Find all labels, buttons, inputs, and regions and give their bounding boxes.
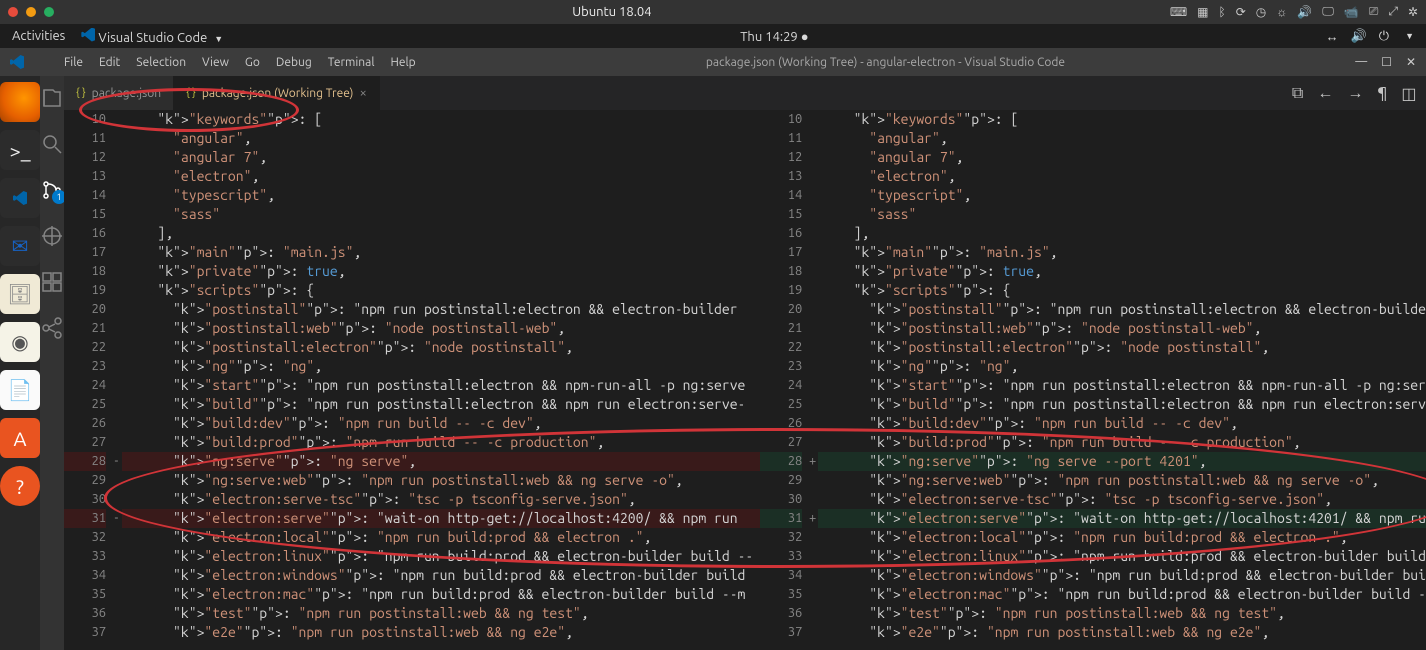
tab-label: package.json — [92, 87, 161, 100]
expand-icon[interactable]: ⤢ — [1388, 5, 1398, 19]
ubuntu-dock: >_ ✉ 🗄 ◉ 📄 A ? — [0, 76, 40, 650]
dock-firefox[interactable] — [0, 82, 40, 122]
open-changes-icon[interactable]: ⧉ — [1292, 84, 1303, 103]
grid-icon[interactable]: ▦ — [1197, 5, 1208, 19]
menu-help[interactable]: Help — [390, 56, 415, 69]
menu-bar: File Edit Selection View Go Debug Termin… — [64, 56, 416, 69]
debug-icon[interactable] — [40, 224, 64, 248]
close-icon[interactable]: ✕ — [1406, 55, 1416, 69]
clock-icon[interactable]: ◷ — [1256, 5, 1266, 19]
gnome-status-icons: ⌨ ▦ ᛒ ⟳ ◷ ☼ 🔊 🖵 📹 ⎚ ⤢ ✲ — [1170, 5, 1418, 19]
activity-bar: 1 — [40, 76, 64, 650]
window-title: Ubuntu 18.04 — [54, 5, 1170, 19]
dock-terminal[interactable]: >_ — [0, 130, 40, 170]
tab-label: package.json (Working Tree) — [202, 87, 354, 100]
diff-left-pane[interactable]: 10111213141516171819202122232425262728-2… — [64, 110, 760, 650]
update-icon[interactable]: ⟳ — [1236, 5, 1246, 19]
line-numbers-right: 10111213141516171819202122232425262728+2… — [760, 110, 818, 650]
next-change-icon[interactable]: → — [1347, 84, 1363, 103]
maximize-window-button[interactable] — [44, 7, 54, 17]
menu-edit[interactable]: Edit — [99, 56, 120, 69]
diff-right-pane[interactable]: 10111213141516171819202122232425262728+2… — [760, 110, 1426, 650]
editor-actions: ⧉ ← → ¶ ◫ ⋯ — [1292, 76, 1426, 110]
panel-clock[interactable]: Thu 14:29 ● — [223, 29, 1325, 44]
menu-selection[interactable]: Selection — [136, 56, 186, 69]
dock-rhythmbox[interactable]: ◉ — [0, 322, 40, 362]
dock-vscode[interactable] — [0, 178, 40, 218]
titlebar-window-controls: — ☐ ✕ — [1355, 55, 1416, 69]
monitor-icon[interactable]: 🖵 — [1322, 5, 1334, 19]
brightness-icon[interactable]: ☼ — [1276, 5, 1287, 19]
dock-files[interactable]: 🗄 — [0, 274, 40, 314]
menu-terminal[interactable]: Terminal — [328, 56, 375, 69]
activities-button[interactable]: Activities — [12, 29, 65, 43]
display-icon[interactable]: ⎚ — [1369, 5, 1379, 19]
chevron-down-icon: ▼ — [214, 34, 223, 44]
chevron-down-icon: ▼ — [1405, 31, 1414, 41]
json-file-icon: { } — [76, 87, 86, 99]
minimize-icon[interactable]: — — [1355, 55, 1367, 69]
maximize-icon[interactable]: ☐ — [1381, 55, 1392, 69]
notification-dot-icon: ● — [801, 30, 809, 44]
vscode-logo-icon — [81, 28, 95, 42]
line-numbers-left: 10111213141516171819202122232425262728-2… — [64, 110, 122, 650]
prev-change-icon[interactable]: ← — [1317, 84, 1333, 103]
tab-package-json-working-tree[interactable]: { } package.json (Working Tree) × — [174, 76, 380, 110]
ubuntu-top-panel: Activities Visual Studio Code ▼ Thu 14:2… — [0, 24, 1426, 48]
volume-icon[interactable]: 🔊 — [1351, 29, 1367, 44]
search-icon[interactable] — [40, 132, 64, 156]
split-editor-icon[interactable]: ◫ — [1401, 84, 1416, 103]
system-status-area[interactable]: ↔ 🔊 ⏻ ▼ — [1326, 29, 1414, 44]
editor-area: { } package.json { } package.json (Worki… — [64, 76, 1426, 650]
menu-debug[interactable]: Debug — [276, 56, 312, 69]
network-icon[interactable]: ↔ — [1326, 29, 1339, 44]
bluetooth-icon[interactable]: ᛒ — [1218, 6, 1225, 19]
extensions-icon[interactable] — [40, 270, 64, 294]
close-window-button[interactable] — [8, 7, 18, 17]
live-share-icon[interactable] — [40, 316, 64, 340]
power-icon[interactable]: ⏻ — [1379, 29, 1389, 44]
source-control-icon[interactable]: 1 — [40, 178, 64, 202]
menu-file[interactable]: File — [64, 56, 83, 69]
window-titlebar: Ubuntu 18.04 ⌨ ▦ ᛒ ⟳ ◷ ☼ 🔊 🖵 📹 ⎚ ⤢ ✲ — [0, 0, 1426, 24]
window-controls — [8, 7, 54, 17]
dock-help[interactable]: ? — [0, 466, 40, 506]
app-menu[interactable]: Visual Studio Code ▼ — [81, 28, 223, 45]
vscode-logo-icon — [10, 55, 24, 69]
dock-software[interactable]: A — [0, 418, 40, 458]
dock-thunderbird[interactable]: ✉ — [0, 226, 40, 266]
keyboard-icon[interactable]: ⌨ — [1170, 5, 1187, 19]
window-title-text: package.json (Working Tree) - angular-el… — [416, 56, 1356, 69]
menu-view[interactable]: View — [202, 56, 229, 69]
code-left: "k">"keywords""p">: [ "angular", "angula… — [122, 110, 760, 650]
json-file-icon: { } — [186, 87, 196, 99]
app-name-label: Visual Studio Code — [98, 31, 207, 45]
camera-icon[interactable]: 📹 — [1344, 5, 1359, 19]
diff-editor[interactable]: 10111213141516171819202122232425262728-2… — [64, 110, 1426, 650]
tab-bar: { } package.json { } package.json (Worki… — [64, 76, 1426, 110]
dock-libreoffice[interactable]: 📄 — [0, 370, 40, 410]
code-right: "k">"keywords""p">: [ "angular", "angula… — [818, 110, 1426, 650]
close-icon[interactable]: × — [359, 86, 366, 100]
menu-go[interactable]: Go — [245, 56, 260, 69]
volume-icon[interactable]: 🔊 — [1297, 5, 1312, 19]
vscode-titlebar: File Edit Selection View Go Debug Termin… — [0, 48, 1426, 76]
tab-package-json[interactable]: { } package.json — [64, 76, 174, 110]
explorer-icon[interactable] — [40, 86, 64, 110]
whitespace-icon[interactable]: ¶ — [1377, 84, 1387, 102]
minimize-window-button[interactable] — [26, 7, 36, 17]
settings-gear-icon[interactable]: ✲ — [1408, 5, 1418, 19]
